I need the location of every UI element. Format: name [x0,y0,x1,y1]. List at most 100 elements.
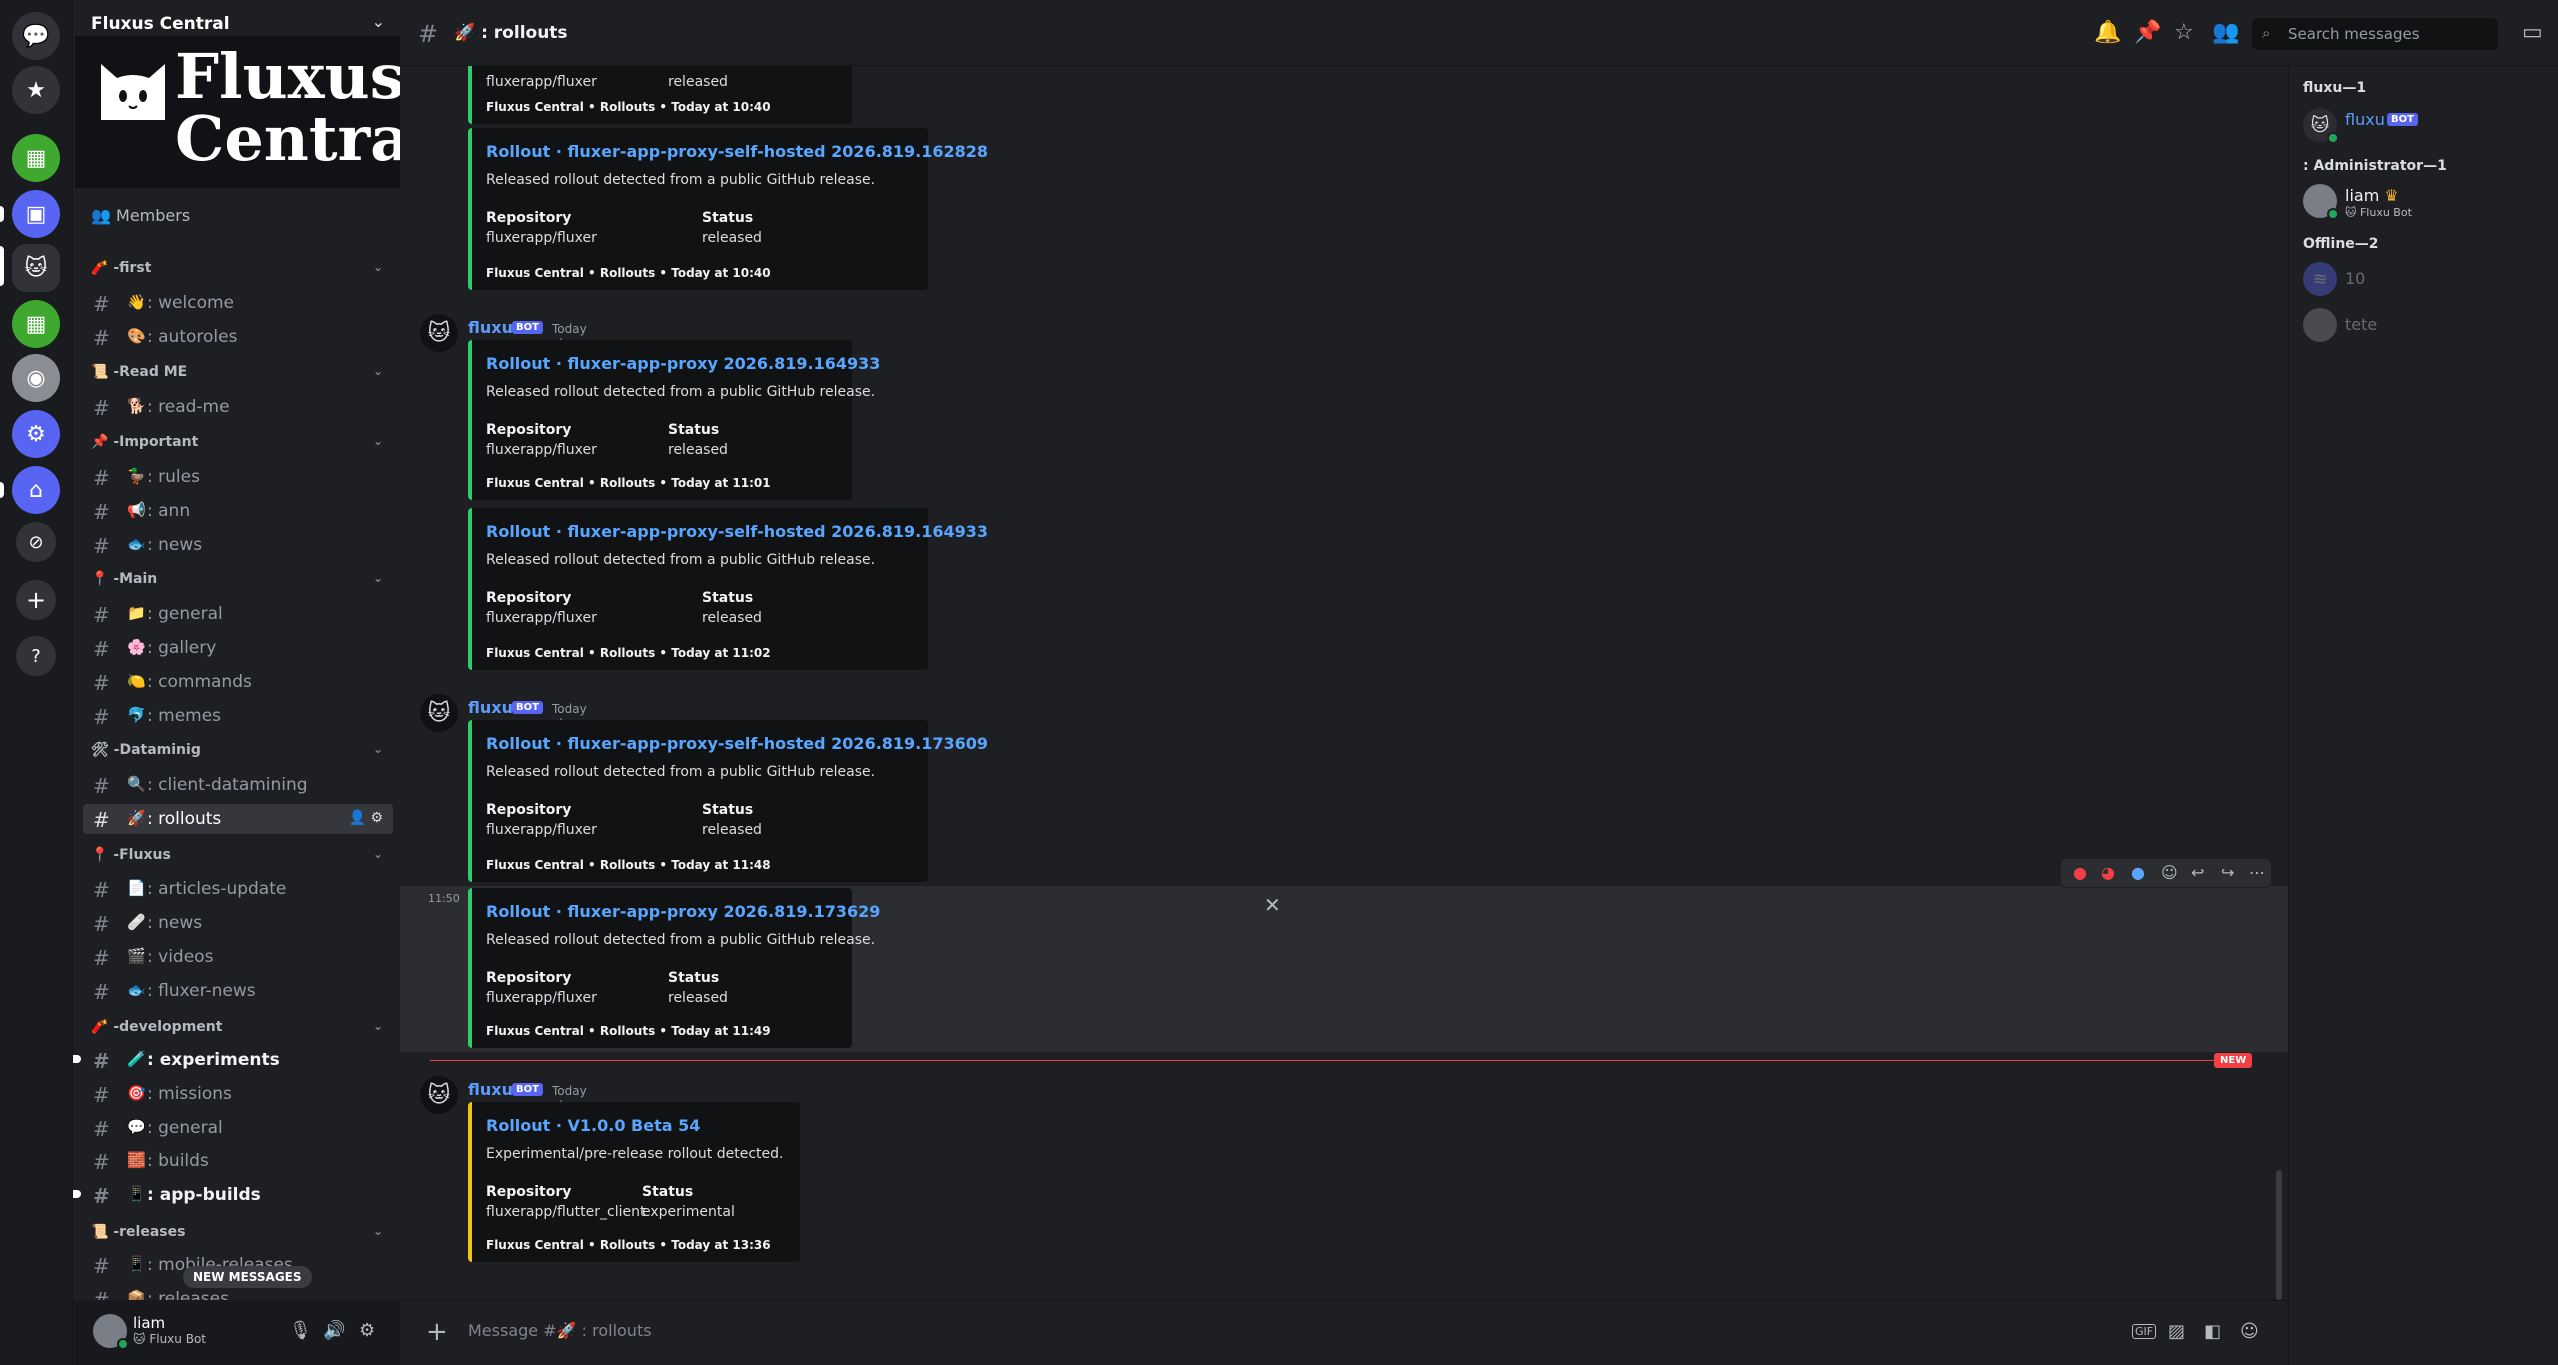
channel-articles-update[interactable]: # 📄: articles-update [83,874,393,904]
close-icon[interactable]: ✕ [1264,893,1281,917]
direct-messages-icon[interactable]: 💬 [12,12,60,60]
gear-icon[interactable]: ⚙ [370,810,383,826]
embed-title-link[interactable]: Rollout · V1.0.0 Beta 54 [486,1116,700,1135]
member-row[interactable]: tete [2303,306,2553,346]
pin-icon[interactable]: 📌 [2134,20,2161,45]
channel-autoroles[interactable]: # 🎨: autoroles [83,322,393,352]
embed-description: Released rollout detected from a public … [486,384,876,400]
channel-rollouts[interactable]: # 🚀: rollouts 👤 ⚙ [83,804,393,834]
channel-read-me[interactable]: # 🐕: read-me [83,392,393,422]
channel-ann[interactable]: # 📢: ann [83,496,393,526]
image-icon[interactable]: ▨ [2168,1321,2185,1342]
channel-missions[interactable]: # 🎯: missions [83,1079,393,1109]
embed-description: Released rollout detected from a public … [486,764,876,780]
member-row[interactable]: liam ♛ 🐱 Fluxu Bot [2303,182,2553,222]
microphone-icon[interactable]: 🎙 [289,1320,312,1341]
add-server-icon[interactable]: + [16,580,56,620]
channel-emoji: 🦆 [127,467,146,485]
forward-icon[interactable]: ↪ [2221,863,2234,882]
hash-icon: # [93,980,110,1004]
favorites-icon[interactable]: ★ [12,66,60,114]
star-icon[interactable]: ☆ [2174,20,2194,45]
sticker-icon[interactable]: ◧ [2204,1321,2221,1342]
category-first[interactable]: 🧨 -first ⌄ [91,260,383,276]
avatar[interactable]: 🐱 [420,694,458,732]
attach-plus-icon[interactable]: + [426,1317,448,1347]
members-icon[interactable]: 👥 [2212,20,2239,45]
channel-news-2[interactable]: # 🩹: news [83,908,393,938]
channel-welcome[interactable]: # 👋: welcome [83,288,393,318]
category-important[interactable]: 📌 -Important ⌄ [91,434,383,450]
help-icon[interactable]: ? [16,636,56,676]
new-messages-pill[interactable]: NEW MESSAGES [183,1266,312,1288]
inbox-icon[interactable]: ▭ [2522,20,2543,45]
channel-emoji: 📁 [127,604,146,622]
embed-title-link[interactable]: Rollout · fluxer-app-proxy-self-hosted 2… [486,142,988,161]
server-creeper-2[interactable]: ▦ [12,300,60,348]
category-fluxus[interactable]: 📍 -Fluxus ⌄ [91,847,383,863]
embed-title-link[interactable]: Rollout · fluxer-app-proxy 2026.819.1736… [486,902,880,921]
channel-gallery[interactable]: # 🌸: gallery [83,633,393,663]
members-link[interactable]: 👥 Members [91,206,190,225]
server-creeper-1[interactable]: ▦ [12,134,60,182]
category-development[interactable]: 🧨 -development ⌄ [91,1019,383,1035]
member-row[interactable]: 🐱 fluxu BOT [2303,106,2553,146]
more-icon[interactable]: ⋯ [2249,863,2265,882]
channel-builds[interactable]: # 🧱: builds [83,1146,393,1176]
server-home[interactable]: ⌂ [12,466,60,514]
search-input[interactable]: ⌕ Search messages [2252,18,2498,50]
embed-title-link[interactable]: Rollout · fluxer-app-proxy 2026.819.1649… [486,354,880,373]
author-name[interactable]: fluxu [468,1080,513,1099]
reply-icon[interactable]: ↩ [2191,863,2204,882]
channel-videos[interactable]: # 🎬: videos [83,942,393,972]
channel-client-datamining[interactable]: # 🔍: client-datamining [83,770,393,800]
scrollbar[interactable] [2276,1170,2282,1300]
channel-general[interactable]: # 📁: general [83,599,393,629]
channel-rules[interactable]: # 🦆: rules [83,462,393,492]
author-name[interactable]: fluxu [468,698,513,717]
category-read-me[interactable]: 📜 -Read ME ⌄ [91,364,383,380]
headphones-icon[interactable]: 🔊 [323,1320,345,1341]
reaction-emoji-icon[interactable]: ◕ [2101,863,2115,882]
embed-title-link[interactable]: Rollout · fluxer-app-proxy-self-hosted 2… [486,734,988,753]
channel-app-builds[interactable]: # 📱: app-builds [73,1180,393,1210]
server-photo[interactable]: ◉ [12,354,60,402]
server-settings[interactable]: ⚙ [12,410,60,458]
avatar[interactable]: 🐱 [420,1076,458,1114]
gear-icon[interactable]: ⚙ [359,1320,375,1341]
embed-footer: Fluxus Central • Rollouts • Today at 11:… [486,1024,771,1038]
channel-label: : app-builds [147,1185,261,1205]
channel-experiments[interactable]: # 🧪: experiments [73,1045,393,1075]
embed-card: Rollout · fluxer-app-proxy-self-hosted 2… [468,508,988,670]
explore-icon[interactable]: ⊘ [16,522,56,562]
embed-title-link[interactable]: Rollout · fluxer-app-proxy-self-hosted 2… [486,522,988,541]
channel-title: 🚀 : rollouts [454,23,568,43]
add-member-icon[interactable]: 👤 [349,810,366,826]
author-name[interactable]: fluxu [468,318,513,337]
category-emoji: 🛠 [91,742,109,758]
guild-header[interactable]: Fluxus Central ⌄ [73,12,401,36]
reaction-red-icon[interactable]: ● [2073,863,2087,882]
category-releases[interactable]: 📜 -releases ⌄ [91,1224,383,1240]
category-main[interactable]: 📍 -Main ⌄ [91,571,383,587]
bell-icon[interactable]: 🔔 [2094,20,2121,45]
gif-icon[interactable]: GIF [2132,1324,2157,1339]
server-devices[interactable]: ▣ [12,190,60,238]
channel-fluxer-news[interactable]: # 🐟: fluxer-news [83,976,393,1006]
emoji-icon[interactable]: ☺ [2240,1321,2259,1342]
channel-memes[interactable]: # 🐬: memes [83,701,393,731]
reaction-blue-icon[interactable]: ● [2131,863,2145,882]
add-reaction-icon[interactable]: ☺ [2161,863,2178,882]
category-label: -releases [113,1224,186,1240]
server-unread-pill [0,206,4,222]
member-row[interactable]: ≋ 10 [2303,260,2553,300]
message-input[interactable]: Message #🚀 : rollouts [468,1321,652,1340]
channel-news[interactable]: # 🐟: news [83,530,393,560]
category-dataminig[interactable]: 🛠 -Dataminig ⌄ [91,742,383,758]
server-fluxus-central[interactable]: 🐱 [12,244,60,292]
channel-commands[interactable]: # 🍋: commands [83,667,393,697]
channel-general-2[interactable]: # 💬: general [83,1113,393,1143]
avatar[interactable]: 🐱 [420,314,458,352]
chevron-down-icon[interactable]: ⌄ [372,12,385,31]
hash-icon: # [93,808,110,832]
